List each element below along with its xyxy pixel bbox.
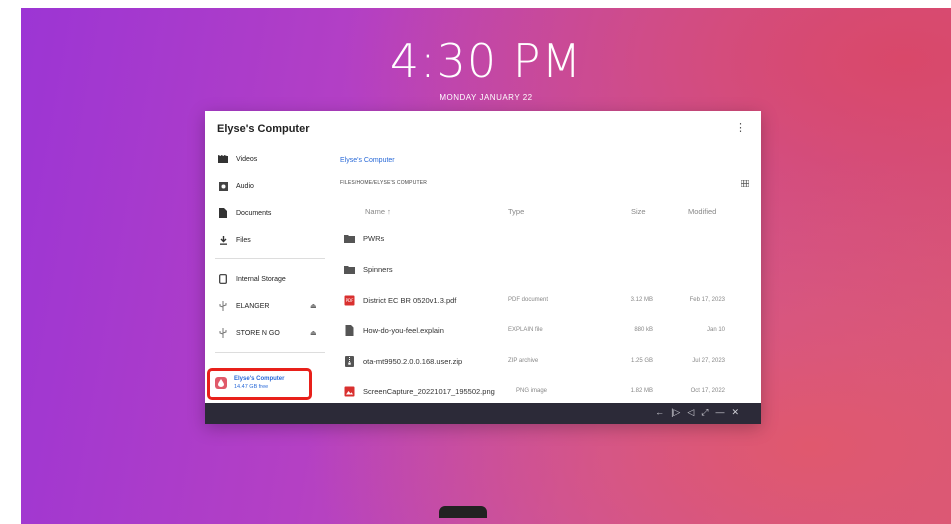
file-size: 1.25 GB bbox=[630, 358, 653, 364]
document-icon bbox=[218, 208, 228, 218]
column-header-modified[interactable]: Modified bbox=[688, 207, 716, 216]
file-type: PNG image bbox=[516, 388, 548, 394]
sidebar-item-label: Files bbox=[236, 236, 251, 244]
file-size: 3.12 MB bbox=[630, 297, 653, 303]
file-name: Spinners bbox=[363, 265, 393, 274]
file-type: PDF document bbox=[508, 297, 549, 303]
sidebar-item-label: STORE N GO bbox=[236, 329, 280, 337]
sidebar-item-label: Documents bbox=[236, 209, 272, 217]
zip-icon bbox=[345, 356, 354, 367]
video-icon bbox=[218, 154, 228, 164]
table-row[interactable]: Spinners bbox=[328, 258, 761, 282]
divider bbox=[215, 258, 325, 259]
breadcrumb[interactable]: Elyse's Computer bbox=[340, 157, 395, 164]
column-header-type[interactable]: Type bbox=[508, 207, 524, 216]
download-icon bbox=[218, 235, 228, 245]
computer-drive-icon bbox=[215, 377, 227, 389]
window-taskbar: ← |▷ ◁ ⤢ — ✕ bbox=[205, 403, 761, 424]
image-icon bbox=[344, 386, 355, 397]
minimize-icon[interactable]: — bbox=[715, 407, 724, 418]
sidebar-item-internal-storage[interactable]: Internal Storage bbox=[205, 268, 328, 290]
file-manager-window: Elyse's Computer ⋮ Videos Audio Document… bbox=[205, 111, 761, 424]
eject-icon[interactable]: ⏏ bbox=[310, 302, 317, 310]
back-icon[interactable]: ← bbox=[655, 407, 664, 418]
sidebar-item-audio[interactable]: Audio bbox=[205, 175, 328, 197]
file-name: PWRs bbox=[363, 234, 385, 243]
maximize-icon[interactable]: ⤢ bbox=[701, 407, 708, 418]
file-size: 1.82 MB bbox=[630, 388, 653, 394]
usb-icon bbox=[218, 301, 228, 311]
file-modified: Jan 10 bbox=[706, 327, 725, 333]
file-name: ota-mt9950.2.0.0.168.user.zip bbox=[363, 357, 463, 366]
sidebar-item-label: Internal Storage bbox=[236, 275, 286, 283]
sidebar-item-files[interactable]: Files bbox=[205, 229, 328, 251]
file-modified: Oct 17, 2022 bbox=[690, 388, 725, 394]
dock-left-icon[interactable]: ◁ bbox=[687, 407, 694, 418]
desktop-background: 4:30 PM MONDAY JANUARY 22 Elyse's Comput… bbox=[21, 8, 951, 524]
more-vert-icon[interactable]: ⋮ bbox=[735, 121, 746, 134]
dock-handle[interactable] bbox=[439, 506, 487, 518]
sidebar-item-label: Videos bbox=[236, 155, 258, 163]
sidebar-item-videos[interactable]: Videos bbox=[205, 148, 328, 170]
table-row[interactable]: ScreenCapture_20221017_195502.png PNG im… bbox=[328, 380, 761, 404]
table-row[interactable]: How-do-you-feel.explain EXPLAIN file 880… bbox=[328, 319, 761, 343]
folder-icon bbox=[344, 235, 355, 243]
path-label: FILES/HOME/ELYSE'S COMPUTER bbox=[340, 180, 428, 186]
folder-icon bbox=[344, 266, 355, 274]
sidebar-item-label: ELANGER bbox=[236, 302, 270, 310]
file-modified: Feb 17, 2023 bbox=[689, 297, 725, 303]
eject-icon[interactable]: ⏏ bbox=[310, 329, 317, 337]
file-type: EXPLAIN file bbox=[508, 327, 543, 333]
sidebar-item-documents[interactable]: Documents bbox=[205, 202, 328, 224]
table-row[interactable]: PWRs bbox=[328, 227, 761, 251]
window-title: Elyse's Computer bbox=[217, 123, 310, 135]
clock-time: 4:30 PM bbox=[389, 34, 583, 88]
file-name: ScreenCapture_20221017_195502.png bbox=[363, 387, 495, 396]
file-type: ZIP archive bbox=[508, 358, 539, 364]
selected-drive-label: Elyse's Computer bbox=[234, 376, 285, 382]
file-name: District EC BR 0520v1.3.pdf bbox=[363, 296, 457, 305]
file-size: 880 kB bbox=[634, 327, 653, 333]
audio-icon bbox=[218, 181, 228, 191]
table-row[interactable]: PDF District EC BR 0520v1.3.pdf PDF docu… bbox=[328, 289, 761, 313]
file-list-pane: Elyse's Computer FILES/HOME/ELYSE'S COMP… bbox=[328, 147, 761, 407]
divider bbox=[215, 352, 325, 353]
clock-date: MONDAY JANUARY 22 bbox=[439, 93, 533, 102]
phone-icon bbox=[218, 274, 228, 284]
pdf-icon: PDF bbox=[344, 295, 355, 306]
dock-right-icon[interactable]: |▷ bbox=[671, 407, 680, 418]
sidebar-item-label: Audio bbox=[236, 182, 254, 190]
sidebar-item-elanger[interactable]: ELANGER ⏏ bbox=[205, 295, 328, 317]
file-icon bbox=[345, 325, 354, 336]
file-name: How-do-you-feel.explain bbox=[363, 326, 444, 335]
column-header-name[interactable]: Name ↑ bbox=[365, 207, 391, 216]
file-modified: Jul 27, 2023 bbox=[692, 358, 725, 364]
grid-view-icon[interactable] bbox=[741, 180, 749, 187]
usb-icon bbox=[218, 328, 228, 338]
table-row[interactable]: ota-mt9950.2.0.0.168.user.zip ZIP archiv… bbox=[328, 350, 761, 374]
sidebar-item-store-n-go[interactable]: STORE N GO ⏏ bbox=[205, 322, 328, 344]
svg-text:PDF: PDF bbox=[346, 298, 354, 303]
close-icon[interactable]: ✕ bbox=[731, 407, 739, 418]
column-header-size[interactable]: Size bbox=[631, 207, 646, 216]
selected-drive-free: 14.47 GB free bbox=[234, 384, 269, 390]
